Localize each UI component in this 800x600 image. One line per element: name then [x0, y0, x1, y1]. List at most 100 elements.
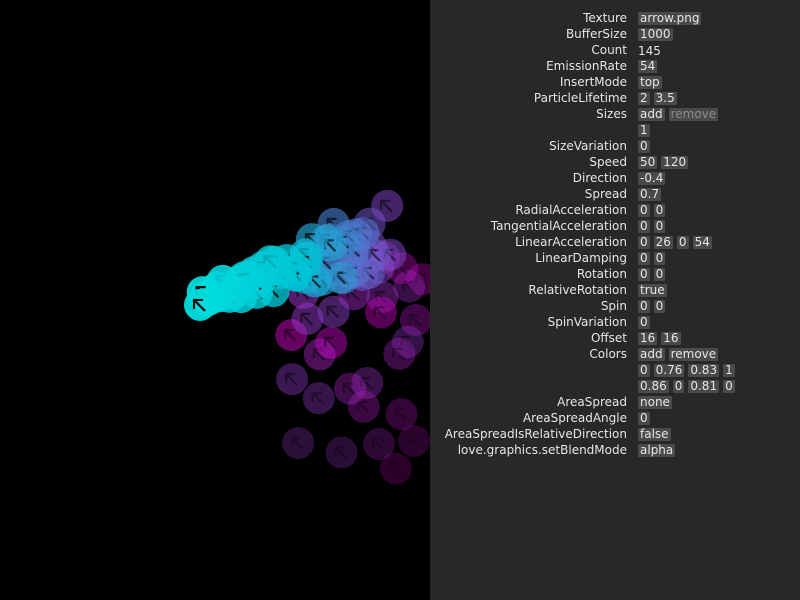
particle-viewport — [0, 0, 439, 600]
setting-values: 0 — [638, 316, 654, 330]
setting-row: EmissionRate 54 — [430, 58, 800, 74]
setting-value-field[interactable]: 0 — [723, 380, 735, 393]
setting-row: LinearDamping 0 0 — [430, 250, 800, 266]
setting-value-field[interactable]: 0 — [638, 140, 650, 153]
setting-values: add remove — [638, 108, 722, 122]
setting-value-field[interactable]: 120 — [661, 156, 689, 169]
setting-values: 00 — [638, 300, 669, 314]
setting-values: add remove — [638, 348, 722, 362]
setting-label: ParticleLifetime — [533, 91, 627, 105]
particle — [282, 427, 315, 460]
particle — [363, 428, 396, 461]
setting-label: TangentialAcceleration — [490, 219, 627, 233]
setting-row: 0 0.76 0.83 1 — [430, 362, 800, 378]
setting-values: arrow.png — [638, 12, 705, 26]
setting-label: Texture — [583, 11, 627, 25]
setting-value-field[interactable]: alpha — [638, 444, 676, 457]
setting-value-field[interactable]: 0 — [638, 220, 650, 233]
setting-label: Speed — [589, 155, 627, 169]
setting-value-field[interactable]: -0.4 — [638, 172, 666, 185]
setting-value-field[interactable]: 0 — [638, 268, 650, 281]
setting-value-field[interactable]: 2 — [638, 92, 650, 105]
setting-value-field[interactable]: 0 — [638, 316, 650, 329]
setting-row: Spin 0 0 — [430, 298, 800, 314]
setting-label: LinearDamping — [535, 251, 627, 265]
setting-value-field[interactable]: 0 — [638, 252, 650, 265]
setting-value-field[interactable]: 54 — [638, 60, 658, 73]
particle — [385, 398, 418, 431]
remove-button[interactable]: remove — [668, 108, 719, 121]
setting-values: 0 — [638, 140, 654, 154]
setting-value-field[interactable]: 1 — [723, 364, 735, 377]
setting-value-field[interactable]: 0 — [638, 412, 650, 425]
setting-values: -0.4 — [638, 172, 669, 186]
setting-row: 0.86 0 0.81 0 — [430, 378, 800, 394]
setting-value-field[interactable]: none — [638, 396, 672, 409]
setting-value-field[interactable]: 0 — [653, 204, 666, 217]
setting-row: AreaSpread none — [430, 394, 800, 410]
setting-value-field[interactable]: 3.5 — [653, 92, 677, 105]
setting-row: SpinVariation 0 — [430, 314, 800, 330]
setting-value-field[interactable]: false — [638, 428, 671, 441]
setting-values: 00 — [638, 204, 669, 218]
setting-label: AreaSpread — [557, 395, 627, 409]
setting-value-field[interactable]: 50 — [638, 156, 658, 169]
setting-label: RelativeRotation — [528, 283, 627, 297]
setting-row: Texture arrow.png — [430, 10, 800, 26]
particle — [333, 372, 366, 405]
setting-value-field[interactable]: 16 — [661, 332, 681, 345]
setting-value-field[interactable]: 0.83 — [688, 364, 720, 377]
add-button[interactable]: add — [638, 348, 665, 361]
setting-values: alpha — [638, 444, 679, 458]
setting-value-field[interactable]: top — [638, 76, 662, 89]
setting-row: love.graphics.setBlendMode alpha — [430, 442, 800, 458]
setting-label: InsertMode — [559, 75, 627, 89]
setting-row: LinearAcceleration 0 26 0 54 — [430, 234, 800, 250]
particle — [315, 326, 348, 359]
setting-value-field[interactable]: 16 — [638, 332, 658, 345]
setting-label: love.graphics.setBlendMode — [457, 443, 627, 457]
setting-label: AreaSpreadAngle — [522, 411, 627, 425]
setting-label: Spread — [584, 187, 627, 201]
particle — [364, 296, 397, 329]
setting-values: true — [638, 284, 671, 298]
particle — [276, 363, 309, 396]
setting-value-field[interactable]: 0 — [672, 380, 685, 393]
setting-value-field[interactable]: 0 — [653, 268, 666, 281]
setting-value-field[interactable]: 0 — [676, 236, 689, 249]
setting-label: AreaSpreadIsRelativeDirection — [444, 427, 627, 441]
setting-value-field[interactable]: 1000 — [638, 28, 673, 41]
setting-row: Colors add remove — [430, 346, 800, 362]
setting-value-field[interactable]: 0 — [653, 252, 666, 265]
setting-value-field[interactable]: arrow.png — [638, 12, 702, 25]
setting-row: BufferSize 1000 — [430, 26, 800, 42]
setting-value-field[interactable]: 54 — [692, 236, 712, 249]
setting-value-field[interactable]: 0 — [653, 220, 666, 233]
setting-values: 1 — [638, 124, 654, 138]
setting-value-field[interactable]: 0 — [638, 300, 650, 313]
remove-button[interactable]: remove — [668, 348, 719, 361]
setting-label: Count — [591, 43, 627, 57]
setting-value-field[interactable]: 0.7 — [638, 188, 662, 201]
setting-value-field[interactable]: 0.81 — [688, 380, 720, 393]
setting-label: SpinVariation — [547, 315, 627, 329]
setting-values: top — [638, 76, 666, 90]
setting-values: 0.86 0 0.81 0 — [638, 380, 739, 394]
setting-values: 0 26 0 54 — [638, 236, 716, 250]
setting-value-field[interactable]: 0.76 — [653, 364, 685, 377]
setting-row: Speed 50 120 — [430, 154, 800, 170]
particle — [383, 337, 416, 370]
setting-value-field[interactable]: 0.86 — [638, 380, 669, 393]
setting-row: Direction -0.4 — [430, 170, 800, 186]
setting-value-field[interactable]: 0 — [638, 204, 650, 217]
setting-value-field[interactable]: 1 — [638, 124, 650, 137]
setting-value-field[interactable]: 0 — [638, 364, 650, 377]
setting-value-field[interactable]: true — [638, 284, 667, 297]
setting-values: 50 120 — [638, 156, 692, 170]
setting-value-field[interactable]: 26 — [653, 236, 673, 249]
setting-row: Spread 0.7 — [430, 186, 800, 202]
add-button[interactable]: add — [638, 108, 665, 121]
setting-value-field[interactable]: 0 — [653, 300, 666, 313]
setting-value-field[interactable]: 0 — [638, 236, 650, 249]
setting-label: LinearAcceleration — [515, 235, 627, 249]
